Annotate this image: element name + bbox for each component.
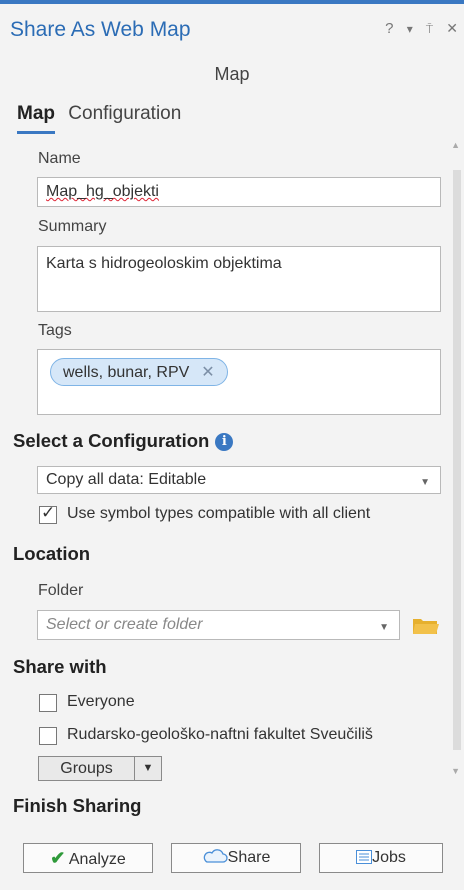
scroll-up-arrow[interactable]: ▲ [451, 140, 460, 150]
everyone-checkbox[interactable] [39, 694, 57, 712]
name-value: Map_hg_objekti [46, 183, 159, 200]
summary-value: Karta s hidrogeoloskim objektima [46, 255, 282, 272]
title-accent-bar [0, 0, 464, 4]
configuration-heading-text: Select a Configuration [13, 430, 210, 451]
name-input[interactable]: Map_hg_objekti [37, 177, 441, 207]
location-heading: Location [13, 543, 91, 564]
name-label: Name [38, 150, 81, 167]
tab-map[interactable]: Map [17, 103, 55, 134]
info-icon[interactable]: i [215, 433, 234, 451]
scroll-down-arrow[interactable]: ▼ [451, 766, 460, 776]
folder-placeholder: Select or create folder [46, 616, 203, 633]
folder-label: Folder [38, 582, 84, 599]
folder-icon[interactable] [412, 616, 440, 641]
folder-select[interactable]: Select or create folder ▼ [37, 610, 400, 640]
group-checkbox[interactable] [39, 727, 57, 745]
jobs-button[interactable]: Jobs [319, 843, 443, 873]
tags-label: Tags [38, 322, 72, 339]
everyone-label: Everyone [67, 693, 135, 710]
share-button[interactable]: Share [171, 843, 301, 873]
analyze-label: Analyze [68, 851, 126, 868]
help-icon[interactable]: ? [385, 20, 393, 37]
tag-chip: wells, bunar, RPV ✕ [50, 358, 228, 386]
share-label: Share [227, 849, 271, 866]
compatible-label: Use symbol types compatible with all cli… [67, 505, 371, 522]
map-name-subtitle: Map [214, 64, 250, 84]
jobs-label: Jobs [372, 849, 406, 866]
finish-sharing-heading: Finish Sharing [13, 795, 142, 816]
tab-configuration[interactable]: Configuration [68, 103, 181, 131]
share-with-heading: Share with [13, 656, 107, 677]
summary-label: Summary [38, 218, 107, 235]
chevron-down-icon: ▼ [379, 622, 389, 633]
pane-title: Share As Web Map [10, 18, 191, 41]
configuration-selected: Copy all data: Editable [46, 471, 207, 488]
group-label: Rudarsko-geološko-naftni fakultet Sveuči… [67, 726, 373, 743]
close-icon[interactable]: ✕ [446, 20, 458, 37]
tab-bar: Map Configuration [17, 103, 189, 134]
window-controls: ? ▾ ⍑ ✕ [376, 20, 458, 37]
analyze-button[interactable]: ✔ Analyze [23, 843, 153, 873]
configuration-select[interactable]: Copy all data: Editable ▼ [37, 466, 441, 494]
tags-input[interactable]: wells, bunar, RPV ✕ [37, 349, 441, 415]
tag-remove-icon[interactable]: ✕ [201, 364, 214, 381]
groups-dropdown-button[interactable]: ▼ [134, 756, 162, 781]
summary-textarea[interactable]: Karta s hidrogeoloskim objektima [37, 246, 441, 312]
scrollbar-thumb[interactable] [453, 170, 461, 750]
menu-dropdown-icon[interactable]: ▾ [407, 22, 413, 36]
list-icon [356, 846, 373, 874]
configuration-heading: Select a Configuration i [13, 430, 234, 452]
cloud-icon [202, 845, 228, 873]
compatible-checkbox[interactable] [39, 503, 57, 524]
chevron-down-icon: ▼ [142, 762, 154, 774]
chevron-down-icon: ▼ [420, 477, 430, 488]
checkmark-icon: ✔ [50, 848, 66, 868]
pin-icon[interactable]: ⍑ [426, 22, 433, 37]
groups-button[interactable]: Groups [38, 756, 135, 781]
tag-chip-label: wells, bunar, RPV [63, 364, 190, 381]
